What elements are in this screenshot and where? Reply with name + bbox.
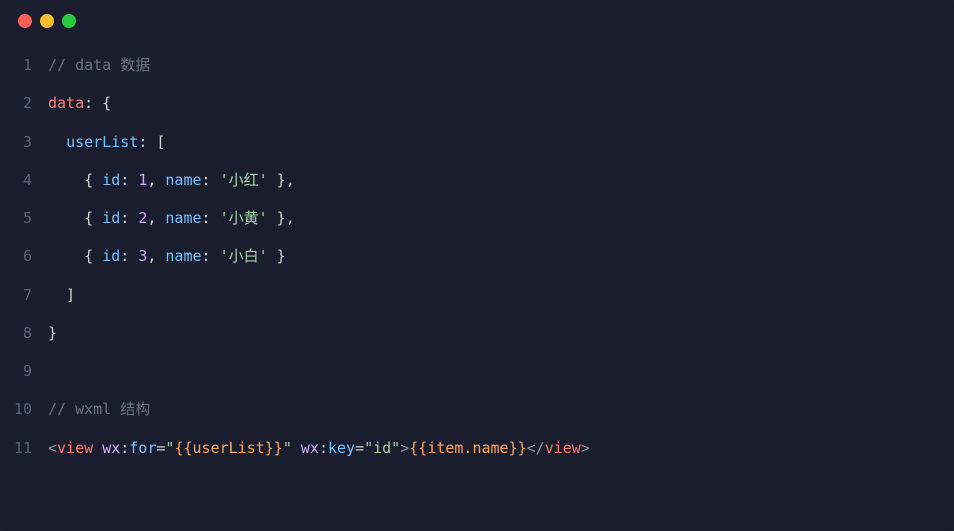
- code-token: :: [202, 209, 220, 227]
- code-token: :: [202, 171, 220, 189]
- code-token: data: [48, 94, 84, 112]
- maximize-icon[interactable]: [62, 14, 76, 28]
- code-token: >: [581, 439, 590, 457]
- code-token: view: [57, 439, 93, 457]
- close-icon[interactable]: [18, 14, 32, 28]
- code-token: =: [355, 439, 364, 457]
- code-token: '小白': [220, 247, 268, 265]
- code-line: 4 { id: 1, name: '小红' },: [0, 161, 954, 199]
- line-number: 10: [0, 390, 48, 428]
- code-token: // data 数据: [48, 56, 150, 74]
- code-token: item.name: [427, 439, 508, 457]
- code-token: </: [527, 439, 545, 457]
- code-token: ]: [48, 286, 75, 304]
- code-token: : {: [84, 94, 111, 112]
- line-number: 9: [0, 352, 48, 390]
- code-token: <: [48, 439, 57, 457]
- code-line: 9: [0, 352, 954, 390]
- line-number: 5: [0, 199, 48, 237]
- code-token: :: [202, 247, 220, 265]
- code-token: {{: [409, 439, 427, 457]
- line-content: data: {: [48, 84, 954, 122]
- code-line: 1// data 数据: [0, 46, 954, 84]
- code-token: id: [102, 209, 120, 227]
- code-token: }}: [509, 439, 527, 457]
- code-token: : [: [138, 133, 165, 151]
- line-number: 8: [0, 314, 48, 352]
- code-token: :: [120, 209, 138, 227]
- code-token: },: [268, 209, 295, 227]
- code-token: {: [48, 171, 102, 189]
- code-token: for: [129, 439, 156, 457]
- code-token: [48, 133, 66, 151]
- line-number: 11: [0, 429, 48, 467]
- line-content: { id: 1, name: '小红' },: [48, 161, 954, 199]
- code-token: wx: [301, 439, 319, 457]
- line-content: { id: 2, name: '小黄' },: [48, 199, 954, 237]
- code-token: :: [120, 247, 138, 265]
- line-content: // data 数据: [48, 46, 954, 84]
- code-token: 1: [138, 171, 147, 189]
- code-token: :: [120, 439, 129, 457]
- window-titlebar: [0, 0, 954, 34]
- code-token: name: [165, 247, 201, 265]
- code-token: ": [283, 439, 292, 457]
- code-token: :: [319, 439, 328, 457]
- code-token: ,: [147, 171, 165, 189]
- code-line: 7 ]: [0, 276, 954, 314]
- code-token: userList: [66, 133, 138, 151]
- line-number: 1: [0, 46, 48, 84]
- code-token: userList: [193, 439, 265, 457]
- code-token: }: [48, 324, 57, 342]
- code-token: '小红': [220, 171, 268, 189]
- code-token: [292, 439, 301, 457]
- line-content: // wxml 结构: [48, 390, 954, 428]
- code-token: ,: [147, 247, 165, 265]
- code-area[interactable]: 1// data 数据2data: {3 userList: [4 { id: …: [0, 34, 954, 467]
- code-token: id: [102, 247, 120, 265]
- code-token: {{: [174, 439, 192, 457]
- code-line: 2data: {: [0, 84, 954, 122]
- line-number: 3: [0, 123, 48, 161]
- code-line: 10// wxml 结构: [0, 390, 954, 428]
- code-token: name: [165, 171, 201, 189]
- line-content: { id: 3, name: '小白' }: [48, 237, 954, 275]
- line-number: 2: [0, 84, 48, 122]
- code-token: wx: [102, 439, 120, 457]
- code-token: [93, 439, 102, 457]
- code-token: '小黄': [220, 209, 268, 227]
- code-token: "id": [364, 439, 400, 457]
- code-line: 3 userList: [: [0, 123, 954, 161]
- code-token: key: [328, 439, 355, 457]
- code-token: name: [165, 209, 201, 227]
- code-line: 11<view wx:for="{{userList}}" wx:key="id…: [0, 429, 954, 467]
- line-number: 4: [0, 161, 48, 199]
- code-token: }}: [265, 439, 283, 457]
- code-token: :: [120, 171, 138, 189]
- code-token: {: [48, 209, 102, 227]
- code-token: ,: [147, 209, 165, 227]
- line-content: userList: [: [48, 123, 954, 161]
- code-token: {: [48, 247, 102, 265]
- code-token: id: [102, 171, 120, 189]
- code-token: view: [545, 439, 581, 457]
- code-line: 5 { id: 2, name: '小黄' },: [0, 199, 954, 237]
- line-number: 6: [0, 237, 48, 275]
- line-content: <view wx:for="{{userList}}" wx:key="id">…: [48, 429, 954, 467]
- code-line: 6 { id: 3, name: '小白' }: [0, 237, 954, 275]
- code-token: 2: [138, 209, 147, 227]
- code-token: }: [268, 247, 286, 265]
- line-content: ]: [48, 276, 954, 314]
- code-token: 3: [138, 247, 147, 265]
- code-token: },: [268, 171, 295, 189]
- line-number: 7: [0, 276, 48, 314]
- code-editor-window: 1// data 数据2data: {3 userList: [4 { id: …: [0, 0, 954, 531]
- minimize-icon[interactable]: [40, 14, 54, 28]
- code-token: // wxml 结构: [48, 400, 150, 418]
- code-line: 8}: [0, 314, 954, 352]
- code-token: >: [400, 439, 409, 457]
- line-content: }: [48, 314, 954, 352]
